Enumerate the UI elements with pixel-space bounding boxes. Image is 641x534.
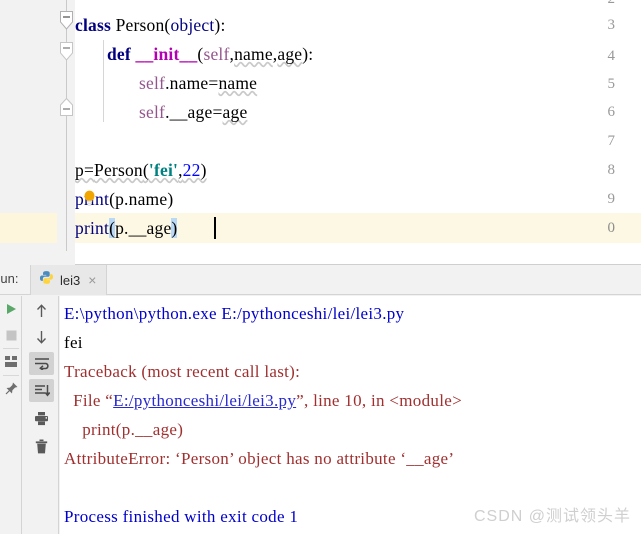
token-class-ref: Person — [94, 160, 143, 180]
toolbar-separator — [3, 348, 19, 349]
trash-icon[interactable] — [31, 436, 52, 457]
token-var-p: p — [115, 218, 125, 238]
editor-bottom-strip — [0, 251, 641, 265]
token-paren-close: ) — [200, 160, 207, 180]
console-toolbar — [23, 296, 59, 534]
token-attr-name: name — [128, 189, 168, 209]
up-the-stack-button[interactable] — [31, 300, 52, 321]
token-attr-name: name — [169, 73, 209, 93]
toolbar-separator — [3, 375, 19, 376]
token-self: self — [203, 44, 230, 64]
console-line-process-finished: Process finished with exit code 1 — [64, 507, 299, 526]
token-assign: = — [212, 102, 223, 122]
current-line-gutter-highlight — [0, 213, 57, 243]
soft-wrap-button[interactable] — [29, 352, 54, 375]
pycharm-window: 2 3 4 5 6 7 8 9 0 class Person(object): … — [0, 0, 641, 534]
token-string-fei: 'fei' — [148, 160, 179, 180]
code-folding-rail[interactable] — [57, 0, 75, 265]
indent-guide — [103, 40, 104, 122]
scroll-to-end-button[interactable] — [29, 379, 54, 402]
console-line-traceback-head: Traceback (most recent call last): — [64, 362, 301, 381]
run-actions-toolbar — [0, 296, 22, 534]
gutter-bottom-strip — [0, 251, 75, 265]
down-the-stack-button[interactable] — [31, 326, 52, 347]
token-paren-close-highlighted: ) — [171, 218, 178, 238]
token-paren-close-colon: ): — [214, 15, 226, 35]
fold-marker-block-end[interactable] — [58, 97, 75, 116]
token-builtin-print: print — [75, 218, 110, 238]
token-param-name: name — [234, 44, 273, 64]
fold-marker-class[interactable] — [58, 10, 75, 30]
code-line-5: self.name=name — [139, 68, 257, 98]
token-var-p: p — [75, 160, 84, 180]
token-self: self — [139, 73, 166, 93]
code-line-10: print(p.__age) — [75, 213, 178, 243]
code-line-3: class Person(object): — [75, 10, 226, 40]
layout-button[interactable] — [2, 352, 20, 370]
token-value-age: age — [222, 102, 248, 122]
run-tab-bar: Run: lei3 × — [0, 265, 641, 295]
token-base-object: object — [170, 15, 215, 35]
token-number-22: 22 — [182, 160, 201, 180]
token-keyword-def: def — [107, 44, 131, 64]
intention-bulb-icon[interactable] — [83, 190, 96, 207]
token-var-p: p — [115, 189, 125, 209]
token-assign: = — [208, 73, 219, 93]
stop-button[interactable] — [2, 326, 20, 344]
folding-rail-line — [66, 0, 67, 251]
text-caret — [214, 217, 216, 239]
token-self: self — [139, 102, 166, 122]
token-param-age: age — [277, 44, 303, 64]
traceback-file-link[interactable]: E:/pythonceshi/lei/lei3.py — [113, 391, 296, 410]
console-output[interactable]: E:\python\python.exe E:/pythonceshi/lei/… — [60, 296, 641, 534]
run-tab-label: lei3 — [60, 272, 81, 288]
code-text-area[interactable]: class Person(object): def __init__(self,… — [75, 0, 641, 265]
traceback-file-prefix: File “ — [64, 391, 114, 410]
token-class-name: Person — [115, 15, 165, 35]
pin-icon[interactable] — [2, 379, 20, 397]
csdn-watermark: CSDN @测试领头羊 — [473, 508, 631, 525]
run-window-label: Run: — [0, 271, 19, 286]
token-init-method: __init__ — [135, 44, 198, 64]
console-line-traceback-code: print(p.__age) — [64, 420, 184, 439]
close-icon[interactable]: × — [88, 273, 96, 287]
code-editor[interactable]: 2 3 4 5 6 7 8 9 0 class Person(object): … — [0, 0, 641, 265]
code-line-4: def __init__(self,name,age): — [107, 39, 313, 69]
console-line-error: AttributeError: ‘Person’ object has no a… — [64, 449, 455, 468]
token-value-name: name — [218, 73, 258, 93]
console-line-stdout: fei — [64, 333, 83, 352]
token-keyword-class: class — [75, 15, 111, 35]
code-line-8: p=Person('fei',22) — [75, 155, 207, 185]
token-paren-close-colon: ): — [302, 44, 314, 64]
rerun-button[interactable] — [2, 300, 20, 318]
code-line-6: self.__age=age — [139, 97, 247, 127]
run-tab-lei3[interactable]: lei3 × — [30, 265, 108, 295]
token-attr-private-age: __age — [169, 102, 213, 122]
console-line-command: E:\python\python.exe E:/pythonceshi/lei/… — [64, 304, 405, 323]
token-attr-private-age: __age — [128, 218, 172, 238]
run-tool-window: Run: lei3 × — [0, 265, 641, 534]
console-line-traceback-file: File “E:/pythonceshi/lei/lei3.py”, line … — [64, 386, 462, 415]
traceback-file-suffix: ”, line 10, in <module> — [296, 391, 462, 410]
token-paren-close: ) — [167, 189, 174, 209]
printer-icon[interactable] — [31, 408, 52, 429]
token-assign: = — [83, 160, 95, 180]
fold-marker-def[interactable] — [58, 41, 75, 61]
python-file-icon — [39, 270, 54, 290]
